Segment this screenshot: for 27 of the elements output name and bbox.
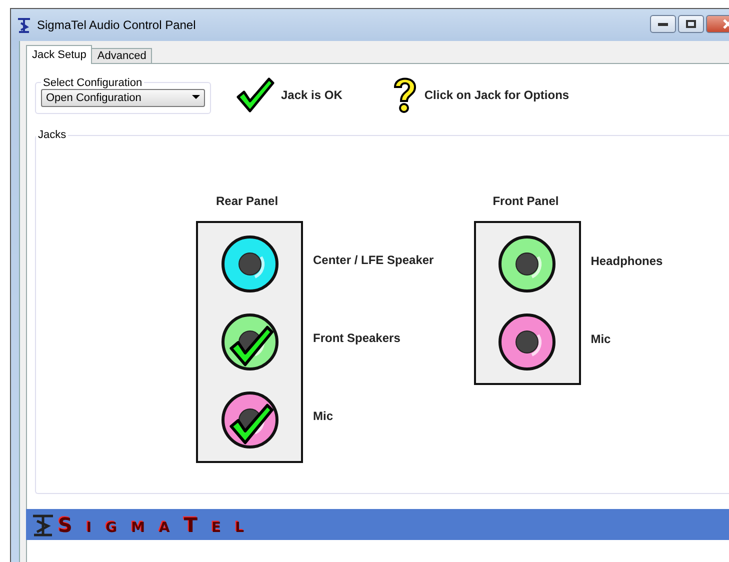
audio-jack-icon[interactable]: [498, 235, 556, 293]
dropdown-arrow-icon: [192, 95, 200, 100]
minimize-icon: [658, 22, 668, 26]
audio-jack-icon[interactable]: [498, 313, 556, 371]
window-title: SigmaTel Audio Control Panel: [37, 18, 196, 32]
maximize-icon: [686, 20, 696, 28]
configuration-dropdown[interactable]: Open Configuration: [41, 88, 205, 106]
legend-text: Jack is OK: [281, 88, 342, 102]
panel-title: Rear Panel: [216, 194, 280, 208]
group-label: Select Configuration: [42, 76, 144, 88]
check-icon: [235, 77, 275, 113]
tab[interactable]: Jack Setup: [26, 45, 92, 64]
brand-logo: SigmaTel: [58, 512, 258, 536]
jack-label: Front Speakers: [313, 330, 402, 347]
panel-title: Front Panel: [492, 194, 560, 208]
jack-label: Mic: [313, 408, 334, 425]
maximize-button[interactable]: [678, 15, 704, 33]
app-icon: [17, 17, 31, 33]
question-mark-icon: [392, 76, 418, 114]
jack-label: Center / LFE Speaker: [313, 252, 434, 269]
group-label: Jacks: [37, 129, 68, 141]
minimize-button[interactable]: [650, 15, 676, 33]
jack-label: Mic: [590, 331, 612, 348]
legend-text: Click on Jack for Options: [424, 88, 570, 102]
jack-label: Headphones: [590, 253, 663, 270]
audio-jack-icon[interactable]: [220, 235, 278, 293]
tab[interactable]: Advanced: [91, 48, 152, 64]
